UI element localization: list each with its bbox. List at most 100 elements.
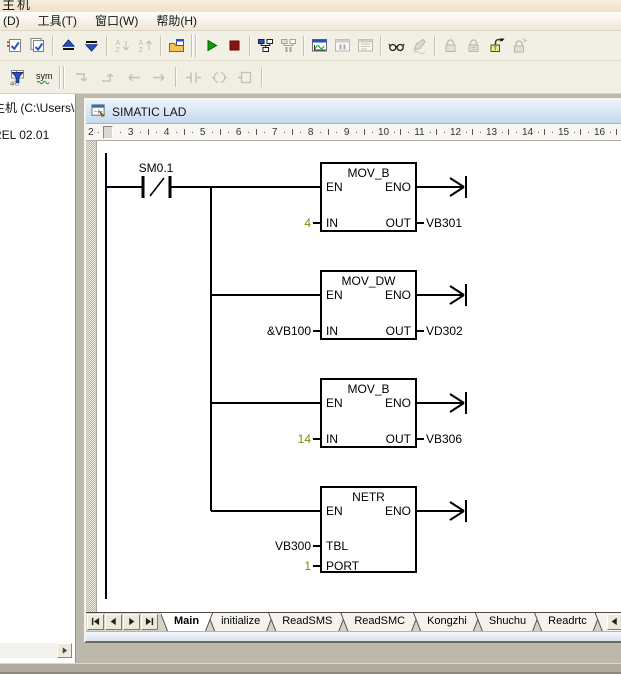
trend-chart-button[interactable] [308, 34, 331, 58]
line-right-button[interactable] [146, 64, 172, 91]
upload-button[interactable] [57, 34, 80, 58]
previous-icon [109, 613, 118, 631]
operand: 14 [298, 432, 312, 446]
svg-text:MOV_B: MOV_B [347, 166, 389, 180]
ruler-number: 16 [594, 127, 605, 138]
tab-nav-next-button[interactable] [123, 614, 140, 630]
ruler-unit: ·3· [116, 127, 152, 138]
branch-down-button[interactable] [68, 64, 94, 91]
menu-item-1[interactable]: 工具(T) [29, 11, 86, 31]
tab-initialize[interactable]: initialize [208, 613, 273, 631]
svg-text:ENO: ENO [385, 396, 411, 410]
svg-text:TBL: TBL [326, 539, 348, 553]
compile-button[interactable] [3, 34, 26, 58]
menu-item-2[interactable]: 窗口(W) [86, 11, 147, 31]
tab-nav-first-button[interactable] [87, 614, 104, 630]
svg-text:IN: IN [326, 432, 338, 446]
tab-Kongzhi[interactable]: Kongzhi [414, 613, 480, 631]
svg-text:EN: EN [326, 180, 343, 194]
svg-text:EN: EN [326, 504, 343, 518]
arrow-right-icon [60, 646, 69, 655]
tab-Readrtc[interactable]: Readrtc [535, 613, 600, 631]
program-status-icon [257, 37, 274, 54]
sym-toggle-button[interactable]: sym [30, 64, 56, 91]
tabs-row: MaininitializeReadSMSReadSMCKongzhiShuch… [161, 613, 621, 631]
ruler-unit: ·15· [548, 127, 584, 138]
svg-text:IN: IN [326, 324, 338, 338]
box-icon [237, 69, 254, 86]
box-button[interactable] [232, 64, 258, 91]
sort-descending-button[interactable]: AZ [134, 34, 157, 58]
project-tree[interactable]: 主机 (C:\Users\ REL 02.01 [0, 94, 76, 663]
block-MOV_B-0[interactable]: MOV_BENENO4INOUTVB301 [304, 163, 462, 231]
lock-all-button[interactable] [462, 34, 485, 58]
ruler-number: 7 [272, 127, 278, 138]
svg-text:OUT: OUT [386, 432, 412, 446]
svg-text:ENO: ENO [385, 504, 411, 518]
simatic-lad-window[interactable]: SIMATIC LAD 2··3··4··5··6··7··8··9··10··… [84, 98, 621, 643]
download-button[interactable] [80, 34, 103, 58]
tab-scroll-left-button[interactable] [607, 614, 621, 630]
contact-SM0.1[interactable]: SM0.1 [139, 161, 174, 198]
tab-ReadSMC[interactable]: ReadSMC [341, 613, 418, 631]
lock-button[interactable] [439, 34, 462, 58]
block-MOV_DW-1[interactable]: MOV_DWENENO&VB100INOUTVD302 [267, 271, 463, 339]
unlock-dropdown-button[interactable]: T [485, 34, 508, 58]
line-left-button[interactable] [120, 64, 146, 91]
symbol-filter-button[interactable]: 4R) [4, 64, 30, 91]
tab-Shuchu[interactable]: Shuchu [476, 613, 539, 631]
ruler-unit: ·10· [368, 127, 404, 138]
trend-pause-button[interactable] [331, 34, 354, 58]
ruler-number: 10 [378, 127, 389, 138]
operand: &VB100 [267, 324, 311, 338]
lock-all-icon [465, 37, 482, 54]
compile-icon [6, 37, 23, 54]
force-pen-button[interactable] [408, 34, 431, 58]
tab-nav-previous-button[interactable] [105, 614, 122, 630]
operand: 1 [304, 559, 311, 573]
options-icon [168, 37, 185, 54]
block-NETR-3[interactable]: NETRENENOVB300TBL1PORT [275, 487, 416, 573]
view-glasses-button[interactable] [385, 34, 408, 58]
eno-arrow [416, 176, 466, 198]
menu-item-0[interactable]: (D) [0, 13, 29, 30]
toolbar-separator [175, 67, 177, 87]
toolbar-separator [303, 36, 305, 56]
tab-nav-last-button[interactable] [141, 614, 158, 630]
ruler-number: 11 [414, 127, 424, 138]
menu-item-3[interactable]: 帮助(H) [147, 11, 206, 31]
ladder-canvas[interactable]: SM0.1MOV_BENENO4INOUTVB301MOV_DWENENO&VB… [86, 141, 621, 612]
options-button[interactable] [165, 34, 188, 58]
editor-hscrollbar[interactable] [86, 631, 621, 641]
stop-button[interactable] [223, 34, 246, 58]
sort-ascending-button[interactable]: AZ [111, 34, 134, 58]
toolbar-separator [160, 36, 162, 56]
contact-button[interactable] [180, 64, 206, 91]
ladder-diagram[interactable]: SM0.1MOV_BENENO4INOUTVB301MOV_DWENENO&VB… [86, 141, 621, 612]
symbol-filter-icon: 4R) [9, 69, 26, 86]
tab-Main[interactable]: Main [161, 613, 212, 631]
network-margin [86, 141, 96, 612]
svg-text:Z: Z [116, 47, 121, 54]
lad-window-titlebar[interactable]: SIMATIC LAD [86, 100, 621, 124]
project-tree-hscrollbar[interactable] [0, 643, 72, 658]
trend-write-button[interactable] [354, 34, 377, 58]
program-status-button[interactable] [254, 34, 277, 58]
branch-down-icon [73, 69, 90, 86]
compile-all-button[interactable] [26, 34, 49, 58]
pause-status-button[interactable] [277, 34, 300, 58]
tab-ReadSMS[interactable]: ReadSMS [269, 613, 345, 631]
tree-item-1[interactable]: REL 02.01 [0, 128, 49, 142]
svg-text:EN: EN [326, 396, 343, 410]
block-MOV_B-2[interactable]: MOV_BENENO14INOUTVB306 [298, 379, 463, 447]
lock-up-button[interactable] [508, 34, 531, 58]
tree-item-0[interactable]: 主机 (C:\Users\ [0, 99, 74, 116]
run-button[interactable] [200, 34, 223, 58]
scroll-right-button[interactable] [57, 643, 72, 658]
branch-up-button[interactable] [94, 64, 120, 91]
toolbar-separator [261, 67, 263, 87]
unlock-dropdown-icon: T [488, 37, 505, 54]
coil-button[interactable] [206, 64, 232, 91]
toolbar-main: AZAZ T [0, 31, 621, 61]
operand: 4 [304, 216, 311, 230]
